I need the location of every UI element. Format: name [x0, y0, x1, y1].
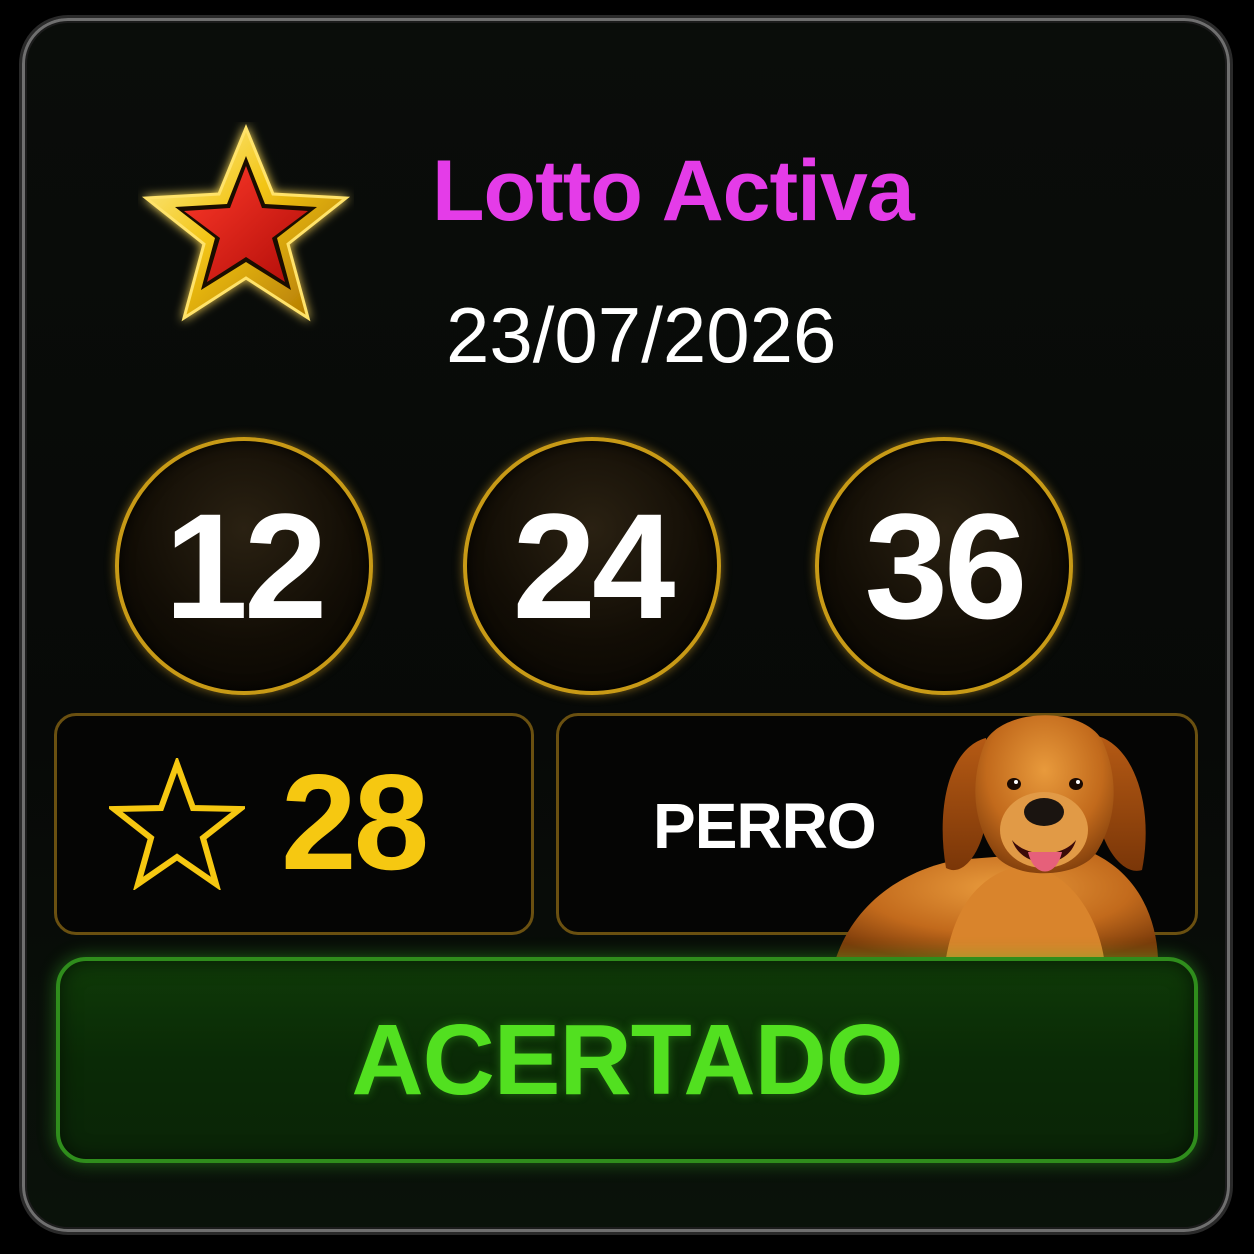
number-ball-value: 12	[164, 482, 328, 650]
result-status-label: ACERTADO	[351, 1004, 903, 1116]
bonus-number: 28	[281, 746, 429, 898]
result-status-banner: ACERTADO	[56, 957, 1198, 1163]
star-logo-icon	[141, 124, 351, 322]
number-ball-value: 36	[864, 482, 1028, 650]
dog-image	[836, 715, 1158, 958]
bonus-number-box: 28	[54, 713, 534, 935]
number-ball-2: 24	[463, 437, 721, 695]
star-outline-icon	[109, 758, 245, 890]
number-ball-value: 24	[512, 482, 676, 650]
page-title: Lotto Activa	[432, 143, 915, 239]
number-ball-3: 36	[815, 437, 1073, 695]
draw-date: 23/07/2026	[446, 291, 837, 379]
number-ball-1: 12	[115, 437, 373, 695]
